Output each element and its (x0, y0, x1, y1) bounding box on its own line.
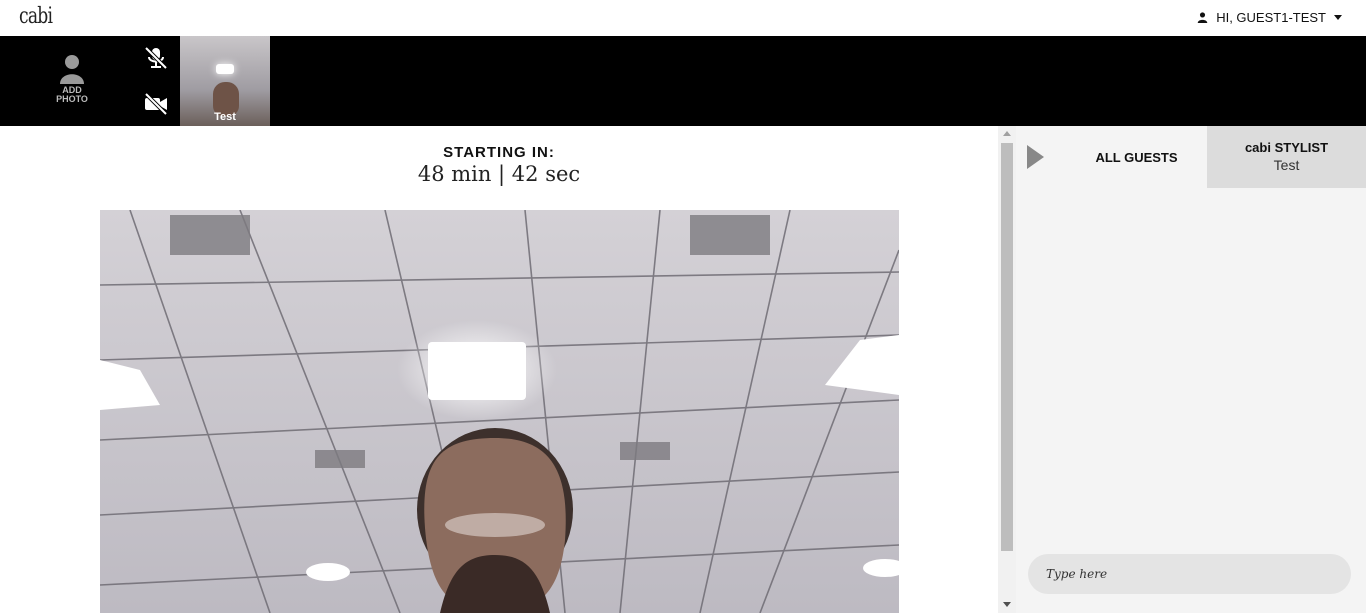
scrollbar-thumb[interactable] (1001, 143, 1013, 551)
mic-toggle-button[interactable] (143, 46, 169, 70)
starting-in-label: STARTING IN: (443, 144, 555, 161)
user-greeting: HI, GUEST1-TEST (1216, 10, 1326, 25)
scroll-down-arrow-icon[interactable] (1003, 602, 1011, 607)
self-view-thumbnail[interactable]: Test (180, 36, 270, 126)
tab-all-guests[interactable]: ALL GUESTS (1066, 126, 1207, 188)
user-menu[interactable]: HI, GUEST1-TEST (1197, 10, 1342, 25)
person-icon (1197, 12, 1208, 23)
page-scrollbar[interactable] (998, 126, 1016, 613)
video-person (417, 428, 573, 613)
mic-muted-icon (144, 46, 168, 70)
chat-tabs: ALL GUESTS cabi STYLIST Test (1016, 126, 1366, 188)
countdown-timer: 48 min | 42 sec (417, 162, 581, 186)
camera-toggle-button[interactable] (143, 92, 169, 116)
cabi-logo[interactable]: cabi (19, 4, 53, 29)
chat-panel: ALL GUESTS cabi STYLIST Test (1016, 126, 1366, 613)
chat-message-input[interactable] (1028, 554, 1351, 594)
media-strip: ADD PHOTO Test (0, 36, 1366, 126)
tab-cabi-stylist[interactable]: cabi STYLIST Test (1207, 126, 1366, 188)
add-photo-label-2: PHOTO (56, 94, 88, 104)
avatar-placeholder-icon (60, 55, 84, 84)
add-photo-button[interactable]: ADD PHOTO (44, 54, 100, 104)
stylist-tab-name: Test (1273, 157, 1300, 173)
top-bar: cabi HI, GUEST1-TEST (0, 0, 1366, 36)
video-frame (100, 210, 899, 613)
camera-off-icon (144, 92, 168, 116)
main-video-feed[interactable] (100, 210, 899, 613)
collapse-arrow-icon[interactable] (1027, 145, 1044, 169)
chevron-down-icon (1334, 15, 1342, 20)
stylist-tab-title: cabi STYLIST (1244, 140, 1329, 155)
self-view-name: Test (214, 111, 236, 123)
thumbnail-ceiling-light (216, 64, 234, 74)
main-stage: STARTING IN: 48 min | 42 sec (0, 126, 998, 613)
scroll-up-arrow-icon[interactable] (1003, 131, 1011, 136)
